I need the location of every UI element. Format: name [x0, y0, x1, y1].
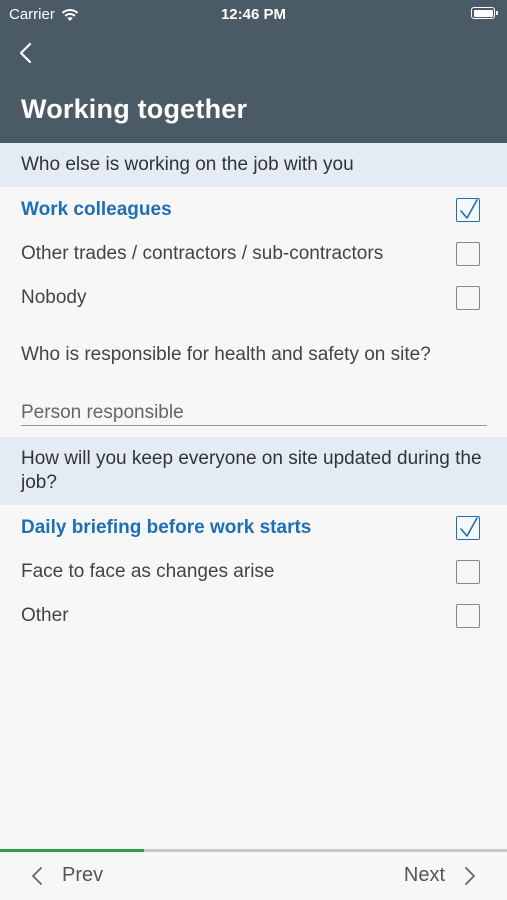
section-header-updates: How will you keep everyone on site updat… — [0, 437, 507, 505]
section-title: How will you keep everyone on site updat… — [21, 448, 482, 493]
status-time: 12:46 PM — [220, 6, 287, 23]
checkbox-checked[interactable] — [456, 516, 480, 540]
checkbox[interactable] — [456, 560, 480, 584]
option-face-to-face[interactable]: Face to face as changes arise — [0, 550, 507, 594]
nav-header: Carrier 12:46 PM Working together — [0, 0, 507, 143]
checkmark-icon — [460, 199, 478, 219]
prev-button[interactable]: Prev — [30, 864, 103, 887]
chevron-left-icon — [32, 866, 42, 885]
checkbox[interactable] — [456, 604, 480, 628]
option-label: Face to face as changes arise — [21, 561, 275, 582]
checkbox-checked[interactable] — [456, 198, 480, 222]
section-header-coworkers: Who else is working on the job with you — [0, 143, 507, 187]
person-responsible-input[interactable] — [21, 400, 487, 426]
chevron-left-icon — [19, 42, 32, 64]
battery-icon — [471, 7, 498, 19]
responsible-question: Who is responsible for health and safety… — [21, 344, 431, 365]
option-work-colleagues[interactable]: Work colleagues — [0, 188, 507, 232]
prev-label: Prev — [62, 864, 104, 886]
section-title: Who else is working on the job with you — [21, 154, 354, 175]
status-bar: Carrier 12:46 PM — [0, 0, 507, 28]
option-other[interactable]: Other — [0, 594, 507, 638]
progress-fill — [0, 849, 145, 852]
option-label: Work colleagues — [21, 199, 172, 220]
option-daily-briefing[interactable]: Daily briefing before work starts — [0, 506, 507, 550]
checkbox[interactable] — [456, 242, 480, 266]
checkbox[interactable] — [456, 286, 480, 310]
back-button[interactable] — [16, 40, 40, 66]
option-nobody[interactable]: Nobody — [0, 276, 507, 320]
option-label: Other trades / contractors / sub-contrac… — [21, 243, 384, 264]
page-title: Working together — [21, 94, 248, 124]
progress-bar — [0, 849, 507, 852]
next-label: Next — [403, 864, 445, 886]
checkmark-icon — [460, 517, 478, 537]
option-label: Daily briefing before work starts — [21, 517, 312, 538]
option-label: Nobody — [21, 287, 87, 308]
option-other-trades[interactable]: Other trades / contractors / sub-contrac… — [0, 232, 507, 276]
option-label: Other — [21, 605, 69, 626]
next-button[interactable]: Next — [404, 864, 477, 887]
chevron-right-icon — [465, 866, 475, 885]
